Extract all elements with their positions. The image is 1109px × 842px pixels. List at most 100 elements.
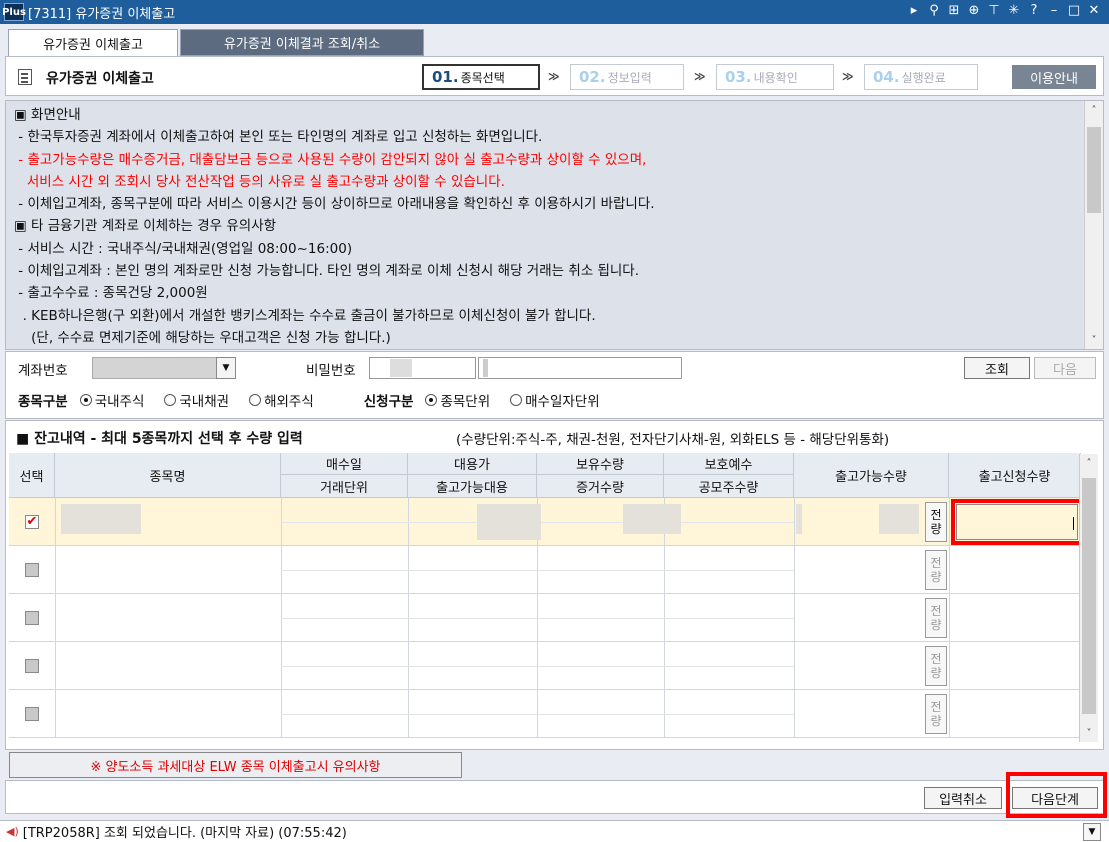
row-checkbox[interactable] — [25, 611, 39, 625]
window-title: [7311] 유가증권 이체출고 — [28, 6, 176, 22]
step-4-label: 실행완료 — [901, 70, 946, 85]
step-2-label: 정보입력 — [607, 70, 652, 85]
account-label: 계좌번호 — [18, 363, 68, 379]
notice-line: - 한국투자증권 계좌에서 이체출고하여 본인 또는 타인명의 계좌로 입고 신… — [14, 129, 543, 146]
help-icon[interactable]: ? — [1027, 3, 1041, 18]
row-checkbox[interactable] — [25, 707, 39, 721]
radio-icon — [79, 394, 92, 406]
request-type-label: 신청구분 — [363, 394, 414, 410]
step-1-label: 종목선택 — [460, 70, 505, 85]
full-qty-button[interactable]: 전량 — [925, 694, 947, 734]
minimize-icon[interactable]: – — [1047, 3, 1061, 18]
maximize-icon[interactable]: □ — [1067, 3, 1081, 18]
settings-icon[interactable]: ✳ — [1007, 3, 1021, 18]
tab-transfer-result[interactable]: 유가증권 이체결과 조회/취소 — [180, 29, 424, 56]
radio-icon — [425, 394, 438, 406]
elw-notice-button[interactable]: ※ 양도소득 과세대상 ELW 종목 이체출고시 유의사항 — [9, 752, 462, 778]
request-qty-input[interactable] — [951, 692, 1077, 736]
layout-icon[interactable]: ⊞ — [947, 3, 961, 18]
radio-by-buy-date[interactable]: 매수일자단위 — [510, 390, 600, 410]
radio-icon — [249, 394, 262, 406]
full-qty-button[interactable]: 전량 — [925, 598, 947, 638]
row-checkbox[interactable] — [25, 563, 39, 577]
step-1-num: 01. — [432, 68, 459, 86]
full-qty-button[interactable]: 전량 — [925, 646, 947, 686]
step-4: 04. 실행완료 — [864, 64, 978, 90]
grid-line — [794, 690, 795, 738]
scroll-thumb[interactable] — [1087, 127, 1101, 213]
arrow-right-icon[interactable]: ▸ — [907, 3, 921, 18]
search-icon[interactable]: ⚲ — [927, 3, 941, 18]
grid-line — [55, 498, 56, 546]
window-controls: ▸ ⚲ ⊞ ⊕ ⊤ ✳? – □ ✕ — [907, 3, 1101, 18]
radio-label: 해외주식 — [264, 394, 314, 410]
radio-label: 국내주식 — [94, 394, 145, 410]
chevron-down-icon[interactable]: ▼ — [216, 357, 236, 379]
notice-text: ▣ 화면안내 - 한국투자증권 계좌에서 이체출고하여 본인 또는 타인명의 계… — [14, 104, 1079, 349]
notice-scrollbar[interactable]: ˄ ˅ — [1084, 101, 1103, 349]
grid-scrollbar[interactable]: ˄ ˅ — [1079, 454, 1098, 742]
masked-value — [879, 504, 919, 534]
screen-header: 유가증권 이체출고 01. 종목선택 ≫ 02. 정보입력 ≫ 03. 내용확인 ≫ … — [5, 56, 1104, 96]
request-qty-input[interactable] — [951, 596, 1077, 640]
notice-line: (단, 수수료 면제기준에 해당하는 우대고객은 신청 가능 합니다.) — [14, 329, 391, 346]
close-icon[interactable]: ✕ — [1087, 3, 1101, 18]
radio-domestic-bond[interactable]: 국내채권 — [164, 390, 229, 410]
header-out-loan: 출고가능대용 — [408, 475, 537, 498]
password-field-2[interactable] — [478, 357, 682, 379]
radio-domestic-stock[interactable]: 국내주식 — [79, 390, 145, 410]
step-2-num: 02. — [579, 68, 606, 86]
masked-value — [623, 504, 681, 534]
request-qty-input[interactable] — [951, 548, 1077, 592]
grid-line — [281, 618, 794, 619]
query-button[interactable]: 조회 — [964, 357, 1030, 379]
radio-foreign-stock[interactable]: 해외주식 — [249, 390, 314, 410]
header-select: 선택 — [9, 453, 55, 498]
zoom-icon[interactable]: ⊕ — [967, 3, 981, 18]
grid-line — [55, 642, 56, 690]
radio-by-item[interactable]: 종목단위 — [425, 390, 490, 410]
pin-icon[interactable]: ⊤ — [987, 3, 1001, 18]
grid-line — [949, 546, 950, 594]
request-qty-input[interactable] — [951, 644, 1077, 688]
input-cancel-button[interactable]: 입력취소 — [924, 787, 1002, 809]
item-type-label: 종목구분 — [18, 394, 68, 410]
radio-label: 국내채권 — [179, 394, 230, 410]
step-1: 01. 종목선택 — [422, 64, 540, 90]
holdings-title: ■ 잔고내역 - 최대 5종목까지 선택 후 수량 입력 — [16, 431, 303, 447]
notice-line: - 이체입고계좌, 종목구분에 따라 서비스 이용시간 등이 상이하므로 아래내… — [14, 196, 655, 213]
row-checkbox[interactable] — [25, 659, 39, 673]
highlight-request-qty — [951, 499, 1083, 545]
header-request-qty: 출고신청수량 — [949, 453, 1081, 498]
full-qty-button[interactable]: 전량 — [925, 550, 947, 590]
grid-line — [949, 498, 950, 546]
step-arrow-icon: ≫ — [842, 70, 854, 83]
scroll-thumb[interactable] — [1082, 478, 1096, 714]
next-button[interactable]: 다음 — [1034, 357, 1096, 379]
scroll-down-icon[interactable]: ˅ — [1085, 331, 1103, 349]
notice-line: - 서비스 시간 : 국내주식/국내채권(영업일 08:00~16:00) — [14, 240, 353, 257]
header-name: 종목명 — [55, 453, 281, 498]
highlight-next-step — [1006, 772, 1107, 818]
tab-transfer-out[interactable]: 유가증권 이체출고 — [8, 29, 178, 56]
row-checkbox[interactable]: ✔ — [25, 515, 39, 529]
speaker-icon: ◀) — [6, 825, 19, 838]
full-qty-button[interactable]: 전량 — [925, 502, 947, 542]
chevron-down-icon[interactable]: ▼ — [1083, 823, 1101, 841]
scroll-up-icon[interactable]: ˄ — [1080, 454, 1098, 472]
grid-line — [55, 594, 56, 642]
scroll-down-icon[interactable]: ˅ — [1080, 724, 1098, 742]
step-3-num: 03. — [725, 68, 752, 86]
grid-line — [55, 690, 56, 738]
title-bar: Plus [7311] 유가증권 이체출고 ▸ ⚲ ⊞ ⊕ ⊤ ✳? – □ ✕ — [0, 0, 1109, 24]
notice-panel: ▣ 화면안내 - 한국투자증권 계좌에서 이체출고하여 본인 또는 타인명의 계… — [5, 100, 1104, 350]
radio-icon — [164, 394, 177, 406]
document-icon — [18, 69, 32, 85]
notice-line: - 출고가능수량은 매수증거금, 대출담보금 등으로 사용된 수량이 감안되지 … — [14, 151, 647, 168]
notice-line: 서비스 시간 외 조회시 당사 전산작업 등의 사유로 실 출고수량과 상이할 … — [14, 173, 505, 190]
password-field[interactable] — [369, 357, 476, 379]
scroll-up-icon[interactable]: ˄ — [1085, 101, 1103, 119]
masked-value — [796, 504, 802, 534]
guide-button[interactable]: 이용안내 — [1012, 65, 1096, 89]
account-select[interactable] — [92, 357, 218, 379]
